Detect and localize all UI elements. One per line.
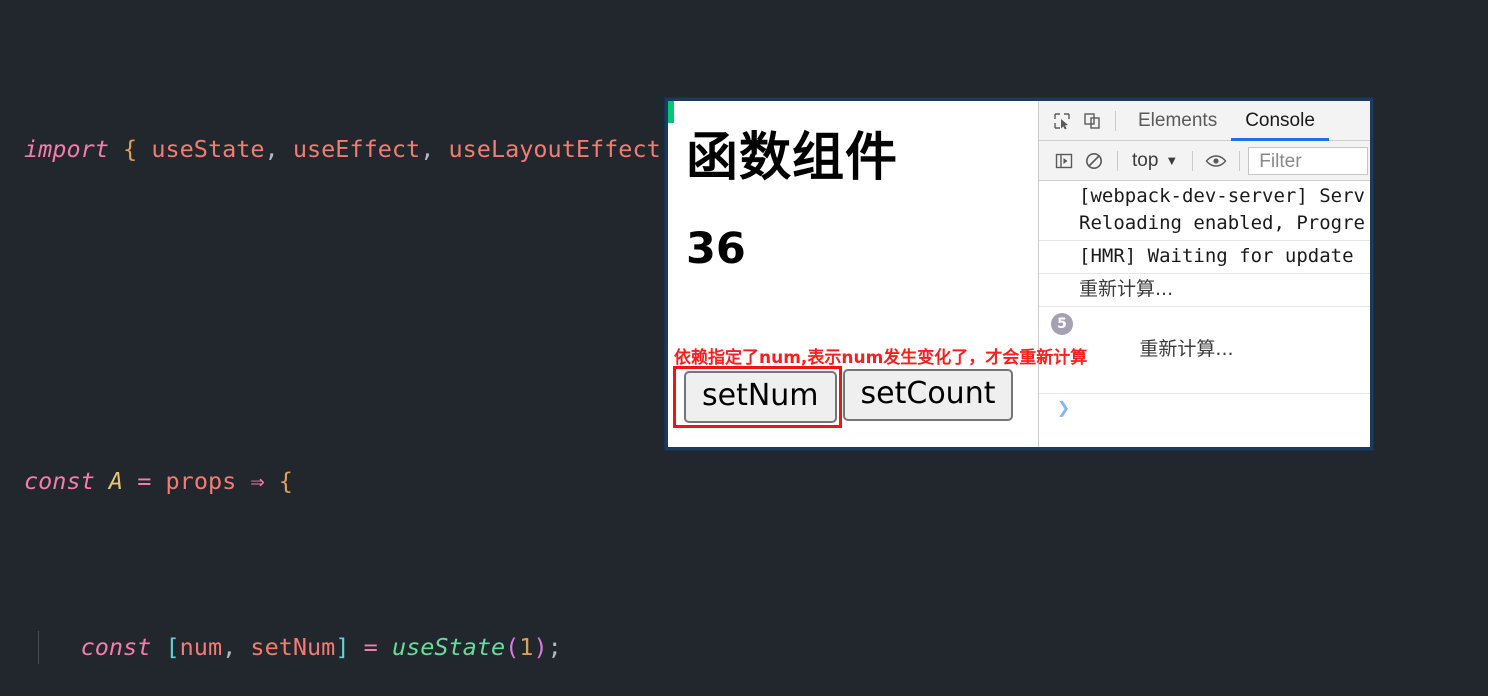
code-line[interactable]: const A = props ⇒ { <box>0 465 1488 498</box>
console-message[interactable]: 重新计算... <box>1039 274 1370 307</box>
chevron-down-icon: ▼ <box>1165 153 1179 168</box>
setnum-button[interactable]: setNum <box>684 371 837 423</box>
code-line[interactable]: const [num, setNum] = useState(1); <box>0 630 1488 664</box>
toolbar-divider <box>1115 110 1116 131</box>
tab-elements[interactable]: Elements <box>1124 101 1231 141</box>
preview-button-row: setNum setCount <box>673 366 1014 428</box>
console-prompt[interactable]: ❯ <box>1039 394 1370 424</box>
devtools-pane: Elements Console top ▼ Filter [webpack-d… <box>1038 101 1370 447</box>
toolbar-divider <box>1117 150 1118 171</box>
app-preview-pane: 函数组件 36 依赖指定了num,表示num发生变化了，才会重新计算 setNu… <box>668 101 1087 447</box>
console-message-repeated[interactable]: 5 重新计算... <box>1039 307 1370 394</box>
console-settings-eye-icon[interactable] <box>1201 146 1231 176</box>
console-toolbar: top ▼ Filter <box>1039 141 1370 181</box>
console-message[interactable]: [webpack-dev-server] Serv Reloading enab… <box>1039 181 1370 241</box>
repeat-count-badge: 5 <box>1051 313 1073 335</box>
setnum-highlight-box: setNum <box>673 366 842 428</box>
setcount-button[interactable]: setCount <box>842 369 1014 421</box>
preview-total-value: 36 <box>686 223 746 274</box>
device-toolbar-icon[interactable] <box>1077 106 1107 136</box>
console-output[interactable]: [webpack-dev-server] Serv Reloading enab… <box>1039 181 1370 447</box>
clear-console-icon[interactable] <box>1079 146 1109 176</box>
screen-root: import { useState, useEffect, useLayoutE… <box>0 0 1488 696</box>
context-selector[interactable]: top ▼ <box>1126 150 1184 172</box>
devtools-tabbar: Elements Console <box>1039 101 1370 141</box>
toolbar-divider <box>1192 150 1194 171</box>
context-selector-label: top <box>1132 149 1159 171</box>
console-message[interactable]: [HMR] Waiting for update <box>1039 241 1370 274</box>
accent-bar <box>668 101 674 123</box>
browser-overlay: 函数组件 36 依赖指定了num,表示num发生变化了，才会重新计算 setNu… <box>665 98 1373 450</box>
console-sidebar-icon[interactable] <box>1049 146 1079 176</box>
preview-annotation: 依赖指定了num,表示num发生变化了，才会重新计算 <box>674 348 1088 368</box>
toolbar-divider <box>1239 150 1241 171</box>
filter-input[interactable]: Filter <box>1248 146 1369 175</box>
console-message-text: 重新计算... <box>1139 338 1234 360</box>
preview-heading: 函数组件 <box>686 128 899 188</box>
inspect-element-icon[interactable] <box>1047 106 1077 136</box>
tab-console[interactable]: Console <box>1231 101 1329 141</box>
